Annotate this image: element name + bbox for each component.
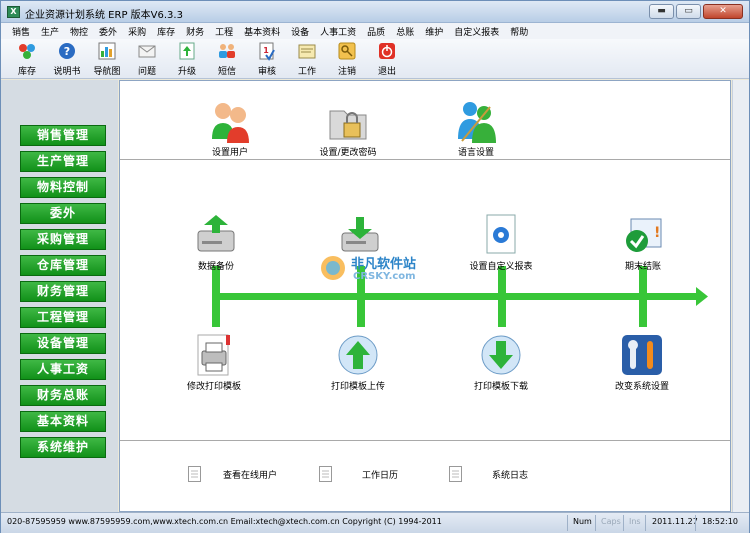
document-icon (188, 466, 201, 482)
document-icon (319, 466, 332, 482)
sidebar-general-ledger[interactable]: 财务总账 (20, 385, 106, 406)
status-bar: 020-87595959 www.87595959.com,www.xtech.… (1, 512, 749, 533)
process-flow-arrow (212, 266, 708, 327)
menu-hr-payroll[interactable]: 人事工资 (315, 25, 362, 38)
sidebar-production-management[interactable]: 生产管理 (20, 151, 106, 172)
minimize-button[interactable]: ▬ (649, 4, 674, 19)
status-contact: 020-87595959 www.87595959.com,www.xtech.… (7, 517, 442, 526)
toolbar-manual-button[interactable]: ? 说明书 (47, 39, 87, 79)
status-caps: Caps (601, 517, 621, 526)
sidebar-basic-data[interactable]: 基本资料 (20, 411, 106, 432)
menu-general-ledger[interactable]: 总账 (391, 25, 420, 38)
menu-equipment[interactable]: 设备 (286, 25, 315, 38)
backup-icon (194, 213, 238, 257)
menu-inventory[interactable]: 库存 (152, 25, 181, 38)
toolbar-work-button[interactable]: 工作 (287, 39, 327, 79)
close-button[interactable]: ✕ (703, 4, 743, 19)
sidebar-system-maintenance[interactable]: 系统维护 (20, 437, 106, 458)
menu-custom-reports[interactable]: 自定义报表 (449, 25, 505, 38)
upgrade-icon (177, 41, 197, 61)
sidebar-outsourcing[interactable]: 委外 (20, 203, 106, 224)
menu-help[interactable]: 帮助 (505, 25, 534, 38)
download-icon (479, 333, 523, 377)
sidebar-engineering-management[interactable]: 工程管理 (20, 307, 106, 328)
menu-material-control[interactable]: 物控 (65, 25, 94, 38)
toolbar-exit-button[interactable]: 退出 (367, 39, 407, 79)
app-window: X 企业资源计划系统 ERP 版本V6.3.3 ▬ ▭ ✕ 销售 生产 物控 委… (0, 0, 750, 533)
toolbar-question-button[interactable]: 问题 (127, 39, 167, 79)
status-num: Num (573, 517, 592, 526)
sidebar-finance-management[interactable]: 财务管理 (20, 281, 106, 302)
menu-purchasing[interactable]: 采购 (123, 25, 152, 38)
system-settings-icon (620, 333, 664, 377)
svg-text:1: 1 (263, 46, 269, 55)
sidebar-purchasing-management[interactable]: 采购管理 (20, 229, 106, 250)
sidebar-material-control[interactable]: 物料控制 (20, 177, 106, 198)
online-users-link[interactable]: 查看在线用户 (188, 466, 277, 482)
edit-print-template-button[interactable]: 修改打印模板 (164, 333, 264, 392)
app-icon: X (7, 6, 20, 18)
question-mail-icon (137, 41, 157, 61)
change-system-settings-button[interactable]: 改变系统设置 (592, 333, 692, 392)
divider-bottom (120, 440, 730, 441)
toolbar-inventory-button[interactable]: 库存 (7, 39, 47, 79)
logout-key-icon (337, 41, 357, 61)
download-print-template-button[interactable]: 打印模板下载 (451, 333, 551, 392)
toolbar-logout-button[interactable]: 注销 (327, 39, 367, 79)
help-icon: ? (57, 41, 77, 61)
main-panel: 设置用户 设置/更改密码 语言设置 数据备份 设置自定义报表 ! 期末结账 修改… (119, 80, 731, 512)
vertical-scrollbar[interactable] (732, 80, 749, 512)
sidebar-hr-payroll[interactable]: 人事工资 (20, 359, 106, 380)
navigation-chart-icon (97, 41, 117, 61)
menu-production[interactable]: 生产 (36, 25, 65, 38)
period-close-button[interactable]: ! 期末结账 (593, 213, 693, 272)
toolbar-audit-button[interactable]: 1 审核 (247, 39, 287, 79)
sidebar-equipment-management[interactable]: 设备管理 (20, 333, 106, 354)
svg-text:?: ? (64, 45, 70, 58)
toolbar-navigation-button[interactable]: 导航图 (87, 39, 127, 79)
menu-engineering[interactable]: 工程 (210, 25, 239, 38)
sidebar-sales-management[interactable]: 销售管理 (20, 125, 106, 146)
menu-basic-data[interactable]: 基本资料 (239, 25, 286, 38)
custom-report-icon (479, 213, 523, 257)
maximize-button[interactable]: ▭ (676, 4, 701, 19)
inventory-icon (17, 41, 37, 61)
svg-text:!: ! (654, 225, 660, 241)
status-date: 2011.11.27 (652, 517, 698, 526)
title-bar[interactable]: X 企业资源计划系统 ERP 版本V6.3.3 ▬ ▭ ✕ (1, 1, 749, 23)
printer-icon (192, 333, 236, 377)
document-icon (449, 466, 462, 482)
upload-print-template-button[interactable]: 打印模板上传 (308, 333, 408, 392)
work-icon (297, 41, 317, 61)
menu-maintenance[interactable]: 维护 (420, 25, 449, 38)
work-calendar-link[interactable]: 工作日历 (319, 466, 398, 482)
crsky-watermark: 非凡软件站 CRSKY.com (319, 247, 435, 289)
window-title: 企业资源计划系统 ERP 版本V6.3.3 (25, 10, 183, 21)
data-backup-button[interactable]: 数据备份 (166, 213, 266, 272)
status-ins: Ins (629, 517, 641, 526)
exit-icon (377, 41, 397, 61)
toolbar: 库存 ? 说明书 导航图 问题 升级 短信 1 审核 工作 注销 退出 (1, 39, 749, 79)
menu-finance[interactable]: 财务 (181, 25, 210, 38)
upload-icon (336, 333, 380, 377)
sidebar: 销售管理 生产管理 物料控制 委外 采购管理 仓库管理 财务管理 工程管理 设备… (1, 80, 118, 512)
system-log-link[interactable]: 系统日志 (449, 466, 528, 482)
menu-quality[interactable]: 品质 (362, 25, 391, 38)
menu-outsourcing[interactable]: 委外 (94, 25, 123, 38)
sms-users-icon (217, 41, 237, 61)
menu-bar: 销售 生产 物控 委外 采购 库存 财务 工程 基本资料 设备 人事工资 品质 … (1, 23, 749, 39)
audit-icon: 1 (257, 41, 277, 61)
menu-sales[interactable]: 销售 (7, 25, 36, 38)
status-time: 18:52:10 (702, 517, 738, 526)
toolbar-upgrade-button[interactable]: 升级 (167, 39, 207, 79)
custom-report-button[interactable]: 设置自定义报表 (451, 213, 551, 272)
period-close-icon: ! (621, 213, 665, 257)
sidebar-warehouse-management[interactable]: 仓库管理 (20, 255, 106, 276)
toolbar-sms-button[interactable]: 短信 (207, 39, 247, 79)
